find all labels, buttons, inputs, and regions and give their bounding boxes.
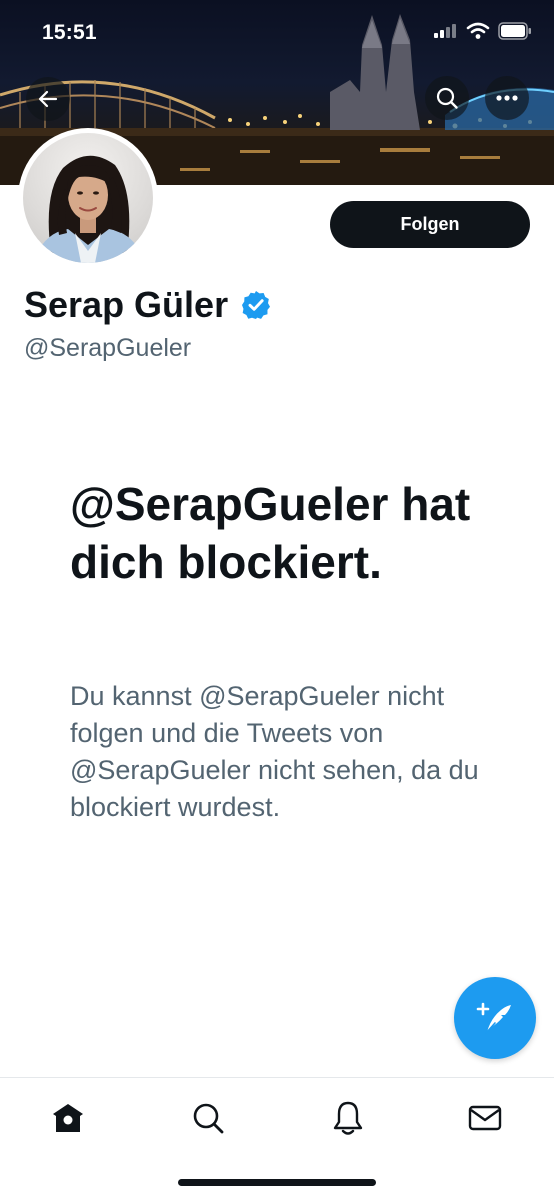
more-horizontal-icon bbox=[496, 95, 518, 101]
signal-icon bbox=[434, 24, 456, 38]
display-name: Serap Güler bbox=[24, 284, 229, 325]
notifications-icon bbox=[333, 1101, 363, 1135]
nav-search[interactable] bbox=[188, 1098, 228, 1138]
profile-avatar[interactable] bbox=[18, 128, 158, 268]
home-indicator bbox=[178, 1179, 376, 1186]
search-icon bbox=[436, 87, 458, 109]
profile-handle: @SerapGueler bbox=[24, 334, 192, 362]
messages-icon bbox=[468, 1105, 502, 1131]
follow-button[interactable]: Folgen bbox=[330, 201, 530, 248]
nav-home[interactable] bbox=[48, 1098, 88, 1138]
search-icon bbox=[193, 1103, 224, 1134]
compose-tweet-icon bbox=[476, 1002, 511, 1034]
home-icon bbox=[53, 1104, 83, 1132]
status-time: 15:51 bbox=[42, 21, 97, 44]
search-button[interactable] bbox=[425, 76, 469, 120]
battery-icon bbox=[498, 22, 531, 40]
compose-tweet-button[interactable] bbox=[454, 977, 536, 1059]
arrow-left-icon bbox=[38, 90, 58, 108]
profile-name-row: Serap Güler bbox=[24, 284, 272, 326]
verified-badge-icon bbox=[242, 291, 271, 319]
nav-messages[interactable] bbox=[465, 1098, 505, 1138]
more-button[interactable] bbox=[485, 76, 529, 120]
back-button[interactable] bbox=[26, 77, 70, 121]
wifi-icon bbox=[466, 22, 490, 39]
blocked-title: @SerapGueler hat dich blockiert. bbox=[70, 478, 471, 588]
nav-notifications[interactable] bbox=[328, 1098, 368, 1138]
blocked-description: Du kannst @SerapGueler nicht folgen und … bbox=[70, 681, 479, 822]
avatar-photo bbox=[23, 133, 153, 263]
status-icons bbox=[434, 22, 532, 40]
